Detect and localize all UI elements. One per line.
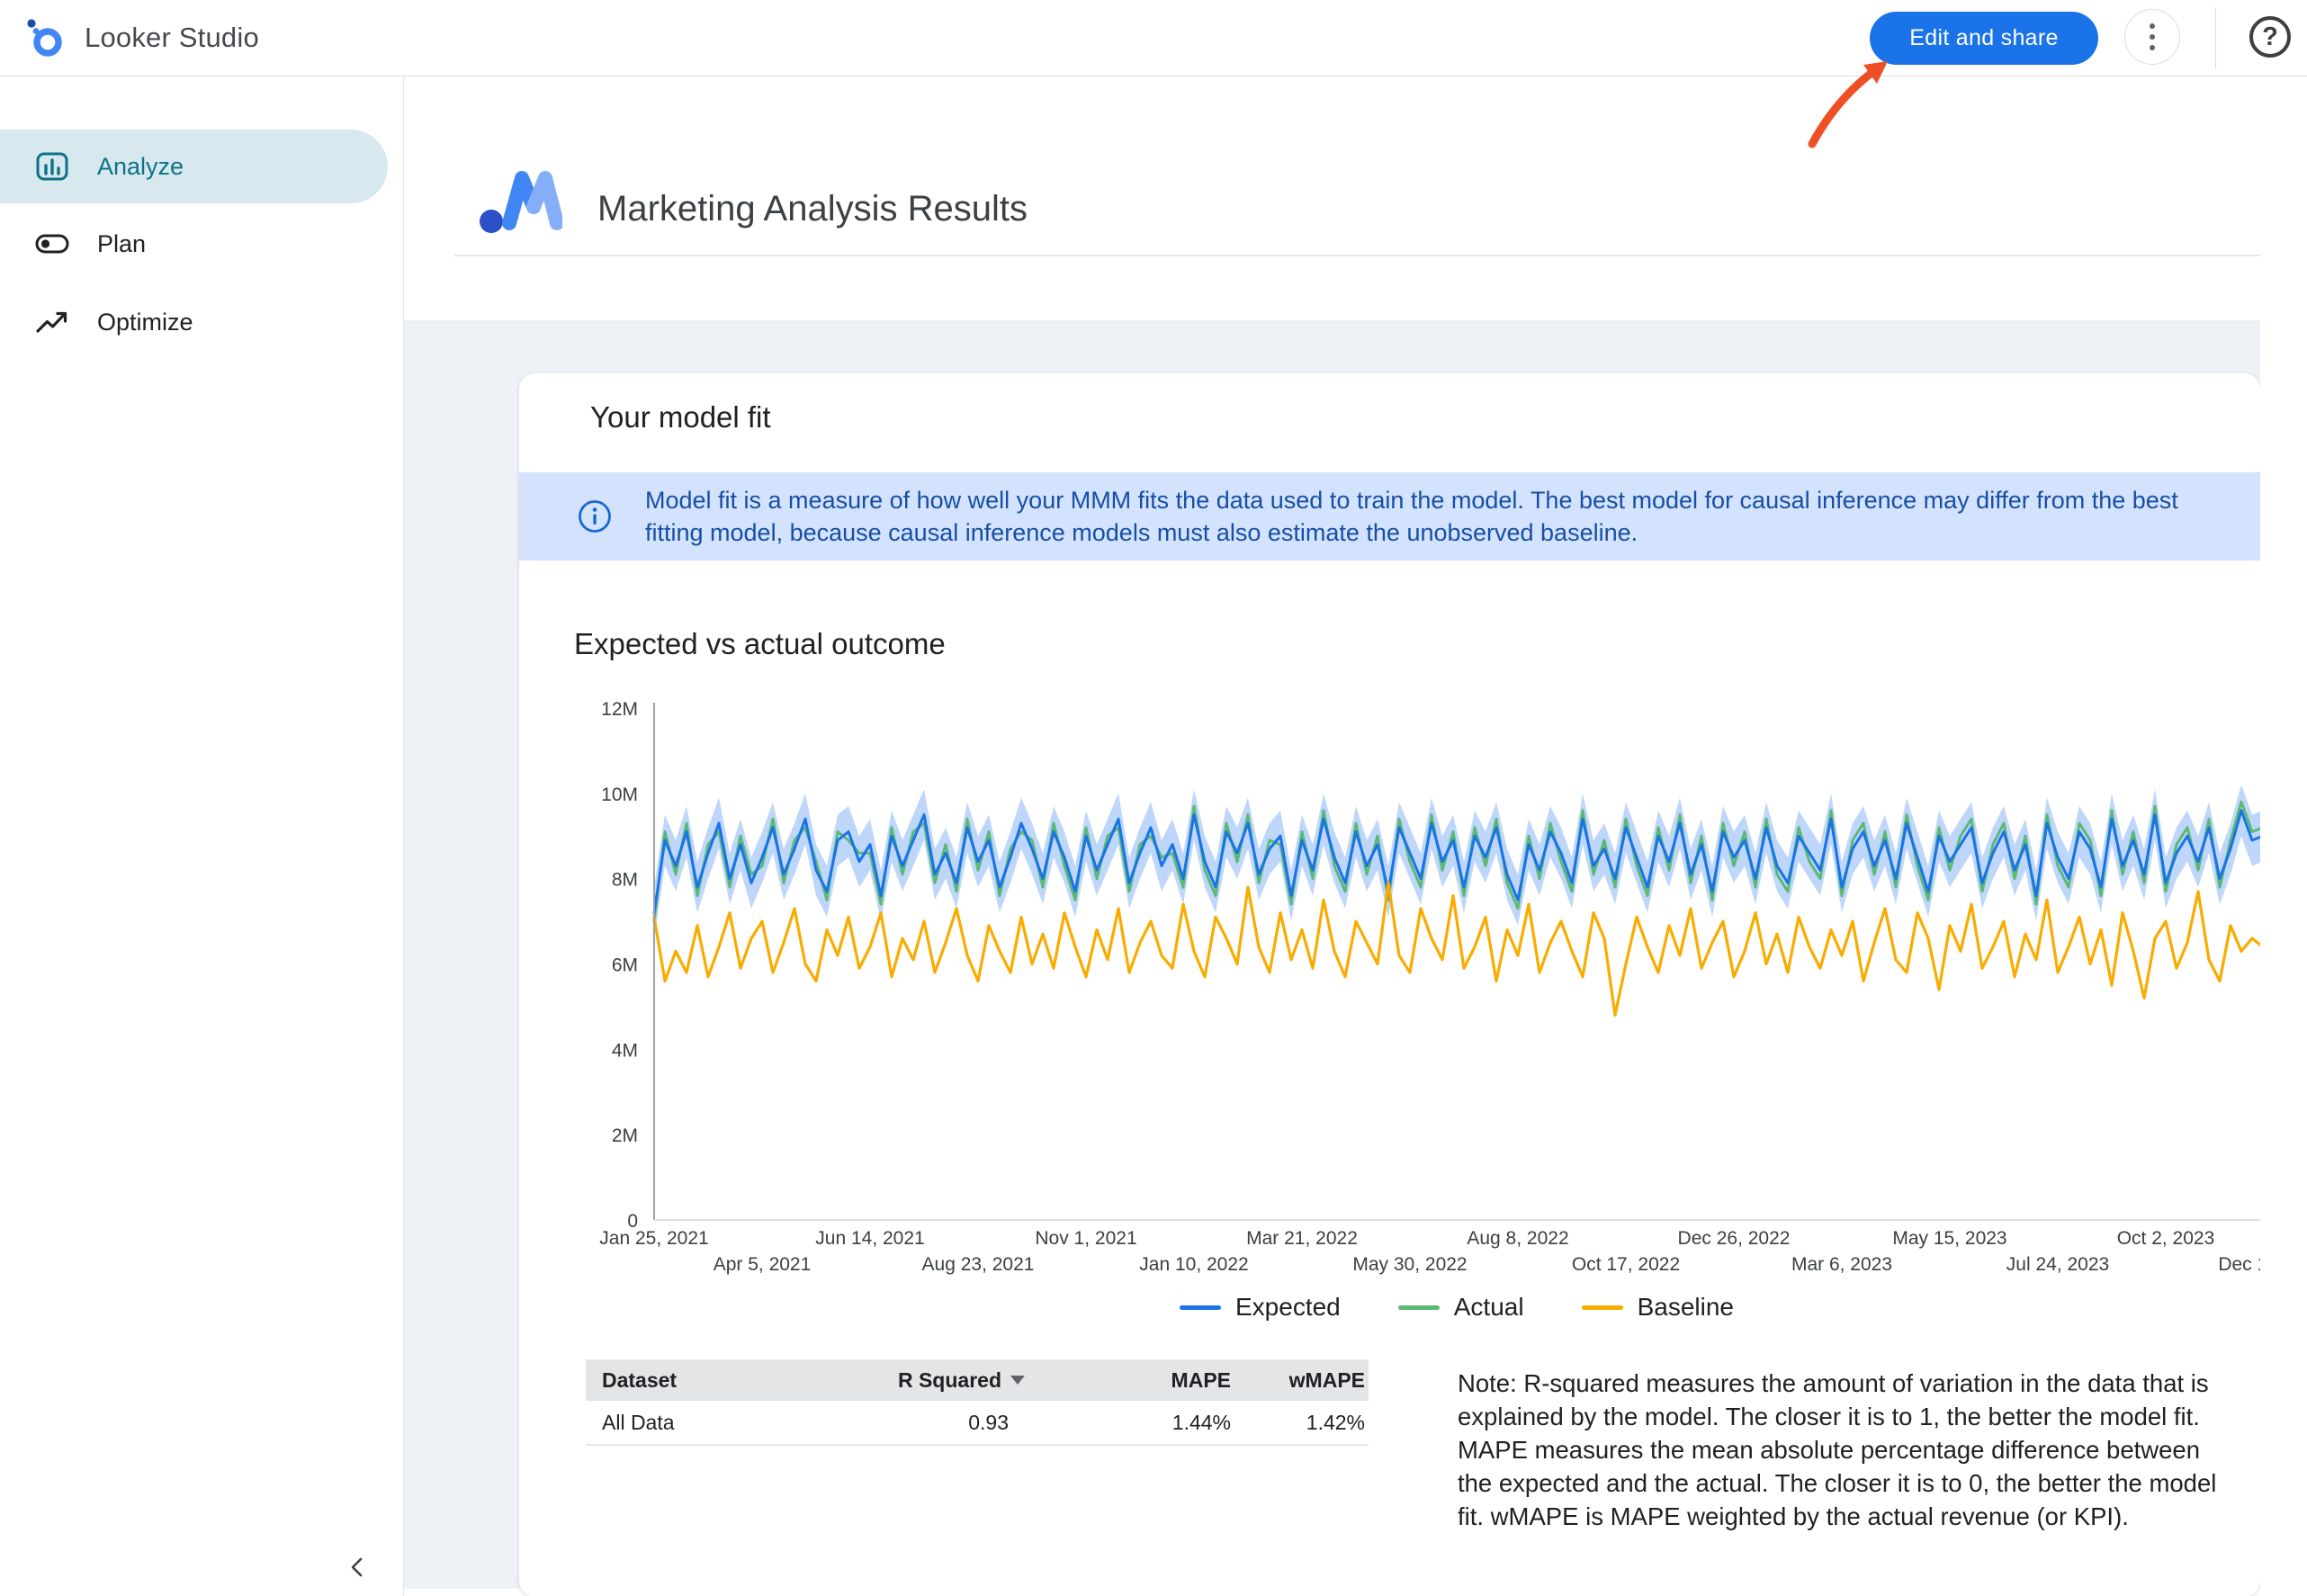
cell-dataset: All Data [586,1411,838,1435]
info-banner: Model fit is a measure of how well your … [519,472,2260,560]
svg-text:Jul 24, 2023: Jul 24, 2023 [2006,1254,2109,1275]
svg-text:Jan 10, 2022: Jan 10, 2022 [1139,1254,1248,1275]
sort-descending-icon [1010,1376,1025,1385]
vertical-scrollbar[interactable] [2260,76,2307,1596]
analyze-chart-icon [34,148,70,184]
info-icon [577,498,613,534]
sidebar-item-analyze[interactable]: Analyze [0,130,388,203]
left-navigation: Analyze Plan Optimize [0,76,404,1596]
edit-and-share-button[interactable]: Edit and share [1870,12,2098,65]
svg-text:2M: 2M [612,1125,638,1146]
app-top-bar: Looker Studio Edit and share ? [0,0,2307,76]
chart-legend: Expected Actual Baseline [654,1293,2259,1322]
collapse-sidebar-button[interactable] [340,1549,376,1585]
svg-text:8M: 8M [612,870,638,891]
model-fit-table: Dataset R Squared MAPE wMAPE All Data 0.… [586,1359,1369,1446]
app-title: Looker Studio [85,22,259,54]
svg-text:Aug 8, 2022: Aug 8, 2022 [1467,1228,1568,1249]
svg-text:Dec 26, 2022: Dec 26, 2022 [1678,1228,1791,1249]
legend-item-expected[interactable]: Expected [1180,1293,1341,1322]
cell-wmape: 1.42% [1234,1411,1369,1435]
report-header-divider [454,255,2260,256]
svg-text:12M: 12M [601,699,638,720]
optimize-trending-up-icon [34,304,70,340]
kebab-dot [2150,45,2155,50]
svg-text:Oct 2, 2023: Oct 2, 2023 [2117,1228,2215,1249]
svg-text:May 30, 2022: May 30, 2022 [1352,1254,1467,1275]
legend-swatch-baseline [1582,1305,1623,1310]
svg-text:Mar 21, 2022: Mar 21, 2022 [1246,1228,1358,1249]
svg-text:10M: 10M [601,785,638,805]
table-header-row: Dataset R Squared MAPE wMAPE [586,1359,1369,1401]
sidebar-item-optimize[interactable]: Optimize [0,285,388,359]
model-fit-card: Your model fit Model fit is a measure of… [519,373,2260,1596]
chevron-left-icon [346,1556,370,1579]
meridian-logo-icon [480,164,562,236]
chart-section-title: Expected vs actual outcome [574,627,946,661]
svg-text:May 15, 2023: May 15, 2023 [1892,1228,2006,1249]
help-button[interactable]: ? [2249,16,2291,58]
legend-item-actual[interactable]: Actual [1398,1293,1524,1322]
svg-text:Dec 11, 2023: Dec 11, 2023 [2218,1254,2260,1275]
column-header-label: R Squared [898,1368,1001,1393]
sidebar-item-label: Plan [97,230,146,258]
model-fit-note: Note: R-squared measures the amount of v… [1458,1367,2235,1533]
looker-studio-window: Looker Studio Edit and share ? Analyze [0,0,2307,1596]
svg-text:Jan 25, 2021: Jan 25, 2021 [599,1228,708,1249]
svg-text:Aug 23, 2021: Aug 23, 2021 [922,1254,1035,1275]
cell-r-squared: 0.93 [838,1411,1027,1435]
column-header-wmape[interactable]: wMAPE [1234,1368,1369,1393]
legend-swatch-actual [1398,1305,1440,1310]
svg-text:Mar 6, 2023: Mar 6, 2023 [1791,1254,1892,1275]
looker-studio-logo-icon [23,17,65,58]
svg-text:4M: 4M [612,1040,638,1061]
sidebar-item-plan[interactable]: Plan [0,207,388,281]
report-title: Marketing Analysis Results [597,189,1028,229]
svg-text:Jun 14, 2021: Jun 14, 2021 [815,1228,924,1249]
sidebar-item-label: Optimize [97,309,193,336]
svg-text:Nov 1, 2021: Nov 1, 2021 [1035,1228,1136,1249]
kebab-dot [2150,34,2155,40]
column-header-mape[interactable]: MAPE [1027,1368,1234,1393]
report-header-spacer [404,256,2260,320]
kebab-dot [2150,23,2155,29]
legend-label: Expected [1235,1293,1341,1322]
legend-label: Baseline [1638,1293,1734,1322]
more-options-button[interactable] [2124,9,2180,65]
svg-text:Oct 17, 2022: Oct 17, 2022 [1572,1254,1680,1275]
plan-toggle-icon [34,226,70,262]
cell-mape: 1.44% [1027,1411,1234,1435]
table-row: All Data 0.93 1.44% 1.42% [586,1401,1369,1446]
column-header-dataset[interactable]: Dataset [586,1368,838,1393]
svg-text:6M: 6M [612,955,638,976]
sidebar-item-label: Analyze [97,153,184,181]
looker-studio-home-link[interactable]: Looker Studio [23,0,259,76]
expected-vs-actual-chart[interactable]: 02M4M6M8M10M12MJan 25, 2021Apr 5, 2021Ju… [519,666,2260,1296]
legend-label: Actual [1454,1293,1524,1322]
card-title: Your model fit [590,400,771,435]
topbar-divider [2215,7,2216,68]
column-header-r-squared[interactable]: R Squared [838,1368,1027,1393]
legend-item-baseline[interactable]: Baseline [1582,1293,1734,1322]
svg-text:Apr 5, 2021: Apr 5, 2021 [714,1254,812,1275]
legend-swatch-expected [1180,1305,1221,1310]
info-banner-text: Model fit is a measure of how well your … [645,484,2233,549]
